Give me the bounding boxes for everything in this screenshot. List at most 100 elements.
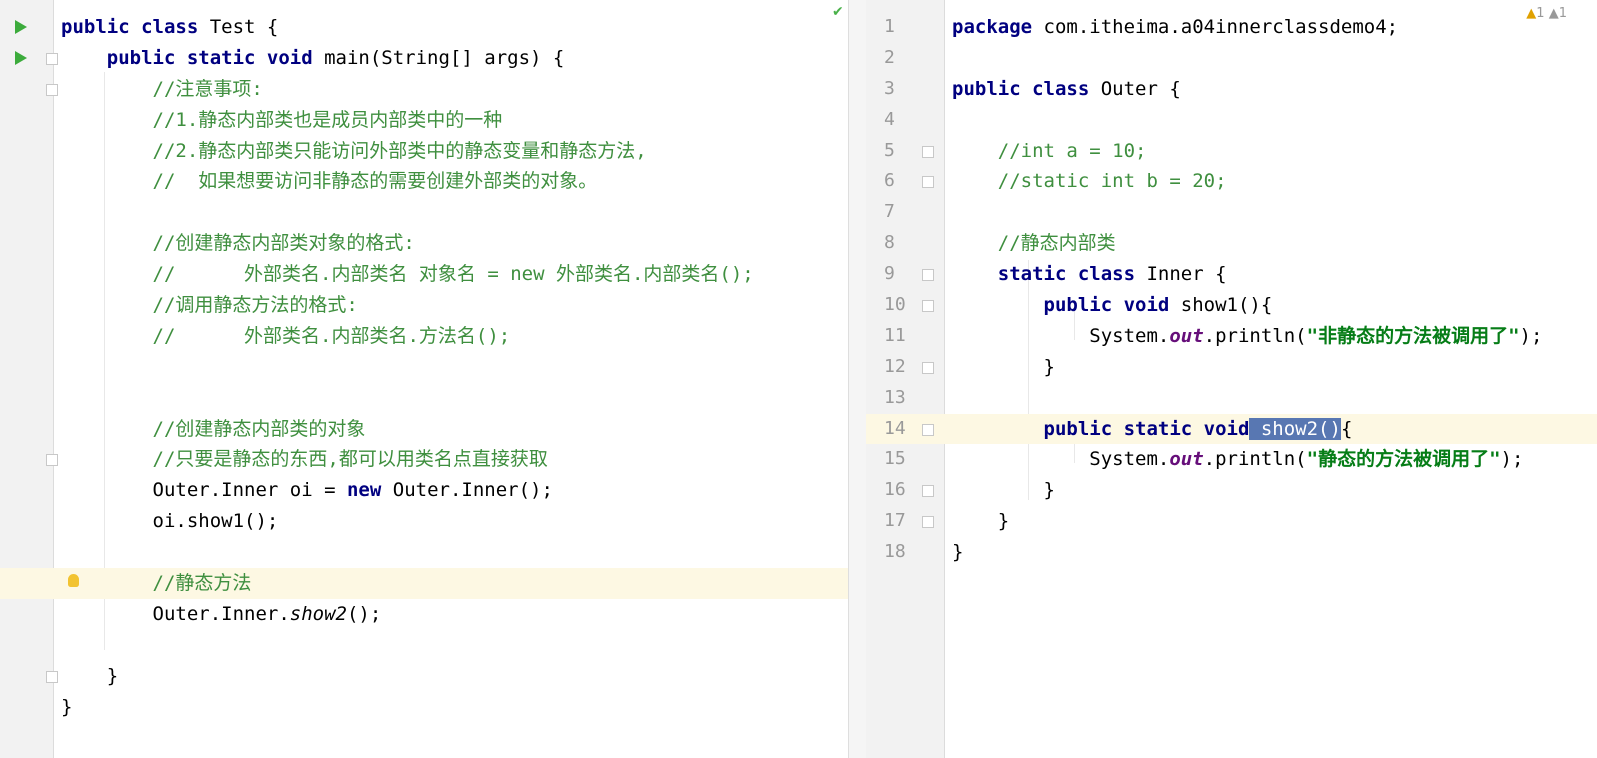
line-number[interactable]: 8 <box>866 228 932 259</box>
code-line[interactable]: 3 // 外部类名.内部类名.方法名(); <box>0 321 866 352</box>
code-text: System.out.println("非静态的方法被调用了"); <box>952 324 1543 347</box>
line-number[interactable]: 1 <box>866 12 932 43</box>
line-number[interactable]: 18 <box>866 537 932 568</box>
code-text: oi.show1(); <box>61 510 279 533</box>
code-text: public void show1(){ <box>952 294 1273 317</box>
fold-marker-icon[interactable] <box>922 300 934 313</box>
code-text: static class Inner { <box>952 263 1227 286</box>
code-line[interactable]: 16 } <box>866 475 1597 506</box>
fold-marker-icon[interactable] <box>46 83 58 96</box>
fold-marker-icon[interactable] <box>922 485 934 498</box>
code-line[interactable]: 8 // 如果想要访问非静态的需要创建外部类的对象。 <box>0 166 866 197</box>
code-line[interactable]: 7 //2.静态内部类只能访问外部类中的静态变量和静态方法, <box>0 136 866 167</box>
code-text: public class Outer { <box>952 77 1181 100</box>
code-line[interactable]: 13 <box>866 383 1597 414</box>
code-text: //创建静态内部类的对象 <box>61 417 366 440</box>
code-line[interactable]: 15 System.out.println("静态的方法被调用了"); <box>866 444 1597 475</box>
code-text: package com.itheima.a04innerclassdemo4; <box>952 16 1399 38</box>
code-text: //静态内部类 <box>952 232 1116 255</box>
line-number[interactable]: 11 <box>866 321 932 352</box>
code-text: public static void show2(){ <box>952 417 1353 440</box>
warning-count: 1 <box>1536 6 1545 21</box>
line-number[interactable]: 7 <box>866 197 932 228</box>
code-line[interactable]: 0 //创建静态内部类对象的格式: <box>0 228 866 259</box>
code-line[interactable]: 5 //int a = 10; <box>866 136 1597 167</box>
code-line[interactable]: 3public class Test { <box>0 12 866 43</box>
code-line[interactable]: 2 Outer.Inner.show2(); <box>0 599 866 630</box>
line-number[interactable]: 13 <box>866 383 932 414</box>
right-code-area[interactable]: 1 package com.itheima.a04innerclassdemo4;… <box>866 12 1597 568</box>
code-line[interactable]: 1 package com.itheima.a04innerclassdemo4; <box>866 12 1597 43</box>
code-line[interactable]: 9 static class Inner { <box>866 259 1597 290</box>
code-text: System.out.println("静态的方法被调用了"); <box>952 448 1524 471</box>
run-gutter-icon[interactable] <box>15 20 27 34</box>
code-line[interactable]: 2 //调用静态方法的格式: <box>0 290 866 321</box>
code-line[interactable]: 9 oi.show1(); <box>0 506 866 537</box>
left-code-area[interactable]: 3public class Test {4 public static void… <box>0 12 866 722</box>
code-text: public class Test { <box>61 16 279 38</box>
code-line[interactable]: 18} <box>866 537 1597 568</box>
line-number[interactable]: 15 <box>866 444 932 475</box>
code-line[interactable]: 4 } <box>0 661 866 692</box>
code-line[interactable]: 4 <box>0 352 866 383</box>
code-line[interactable]: 3 public class Outer { <box>866 74 1597 105</box>
code-line[interactable]: 3 <box>0 630 866 661</box>
code-line[interactable]: 8 //静态内部类 <box>866 228 1597 259</box>
code-line[interactable]: 1 // 外部类名.内部类名 对象名 = new 外部类名.内部类名(); <box>0 259 866 290</box>
inspection-ok-icon: ✔ <box>832 4 844 20</box>
split-divider[interactable] <box>848 0 868 758</box>
fold-marker-icon[interactable] <box>922 516 934 529</box>
code-text: //1.静态内部类也是成员内部类中的一种 <box>61 108 503 131</box>
code-line[interactable]: 6 //1.静态内部类也是成员内部类中的一种 <box>0 105 866 136</box>
code-text: Outer.Inner.show2(); <box>61 602 382 625</box>
fold-marker-icon[interactable] <box>922 145 934 158</box>
code-text: public static void main(String[] args) { <box>61 46 565 69</box>
code-text: // 外部类名.内部类名 对象名 = new 外部类名.内部类名(); <box>61 263 754 286</box>
run-gutter-icon[interactable] <box>15 50 27 65</box>
code-line[interactable]: 4 public static void main(String[] args)… <box>0 43 866 74</box>
code-line[interactable]: 6 //创建静态内部类的对象 <box>0 414 866 445</box>
code-text: Outer.Inner oi = new Outer.Inner(); <box>61 479 553 502</box>
code-line[interactable]: 5 //注意事项: <box>0 74 866 105</box>
fold-marker-icon[interactable] <box>922 361 934 374</box>
code-line[interactable]: 11 System.out.println("非静态的方法被调用了"); <box>866 321 1597 352</box>
code-line[interactable]: 10 public void show1(){ <box>866 290 1597 321</box>
code-text: } <box>952 479 1055 502</box>
code-text: } <box>61 664 119 687</box>
code-line[interactable]: 1 //静态方法 <box>0 568 866 599</box>
code-line[interactable]: 9 <box>0 197 866 228</box>
fold-marker-icon[interactable] <box>922 423 934 436</box>
code-text: //static int b = 20; <box>952 170 1227 193</box>
code-line[interactable]: 6 //static int b = 20; <box>866 166 1597 197</box>
code-text: //只要是静态的东西,都可以用类名点直接获取 <box>61 448 548 471</box>
fold-marker-icon[interactable] <box>922 269 934 282</box>
code-line[interactable]: 5 <box>0 383 866 414</box>
right-editor-pane[interactable]: 1 package com.itheima.a04innerclassdemo4;… <box>866 0 1597 758</box>
fold-marker-icon[interactable] <box>46 670 58 683</box>
fold-marker-icon[interactable] <box>46 52 58 65</box>
code-line[interactable]: 14 public static void show2(){ <box>866 413 1597 445</box>
code-line[interactable]: 17 } <box>866 506 1597 537</box>
left-editor-pane[interactable]: 3public class Test {4 public static void… <box>0 0 866 758</box>
line-number[interactable]: 3 <box>866 74 932 105</box>
code-text: // 如果想要访问非静态的需要创建外部类的对象。 <box>61 170 598 193</box>
code-text: //2.静态内部类只能访问外部类中的静态变量和静态方法, <box>61 139 647 162</box>
code-line[interactable]: 7 //只要是静态的东西,都可以用类名点直接获取 <box>0 444 866 475</box>
code-line[interactable]: 0 <box>0 537 866 568</box>
code-text: //创建静态内部类对象的格式: <box>61 232 415 255</box>
fold-marker-icon[interactable] <box>922 176 934 189</box>
code-line[interactable]: 4 <box>866 105 1597 136</box>
code-text: //调用静态方法的格式: <box>61 294 358 317</box>
code-line[interactable]: 7 <box>866 197 1597 228</box>
code-line[interactable]: 12 } <box>866 352 1597 383</box>
line-number[interactable]: 4 <box>866 105 932 136</box>
code-text: } <box>952 541 964 564</box>
inspection-widget[interactable]: ▲1 ▲1 <box>1526 6 1567 21</box>
code-line[interactable]: 5} <box>0 692 866 723</box>
line-number[interactable]: 2 <box>866 43 932 74</box>
fold-marker-icon[interactable] <box>46 454 58 467</box>
code-text: } <box>61 695 73 718</box>
code-line[interactable]: 8 Outer.Inner oi = new Outer.Inner(); <box>0 475 866 506</box>
code-line[interactable]: 2 <box>866 43 1597 74</box>
code-text: } <box>952 510 1010 533</box>
